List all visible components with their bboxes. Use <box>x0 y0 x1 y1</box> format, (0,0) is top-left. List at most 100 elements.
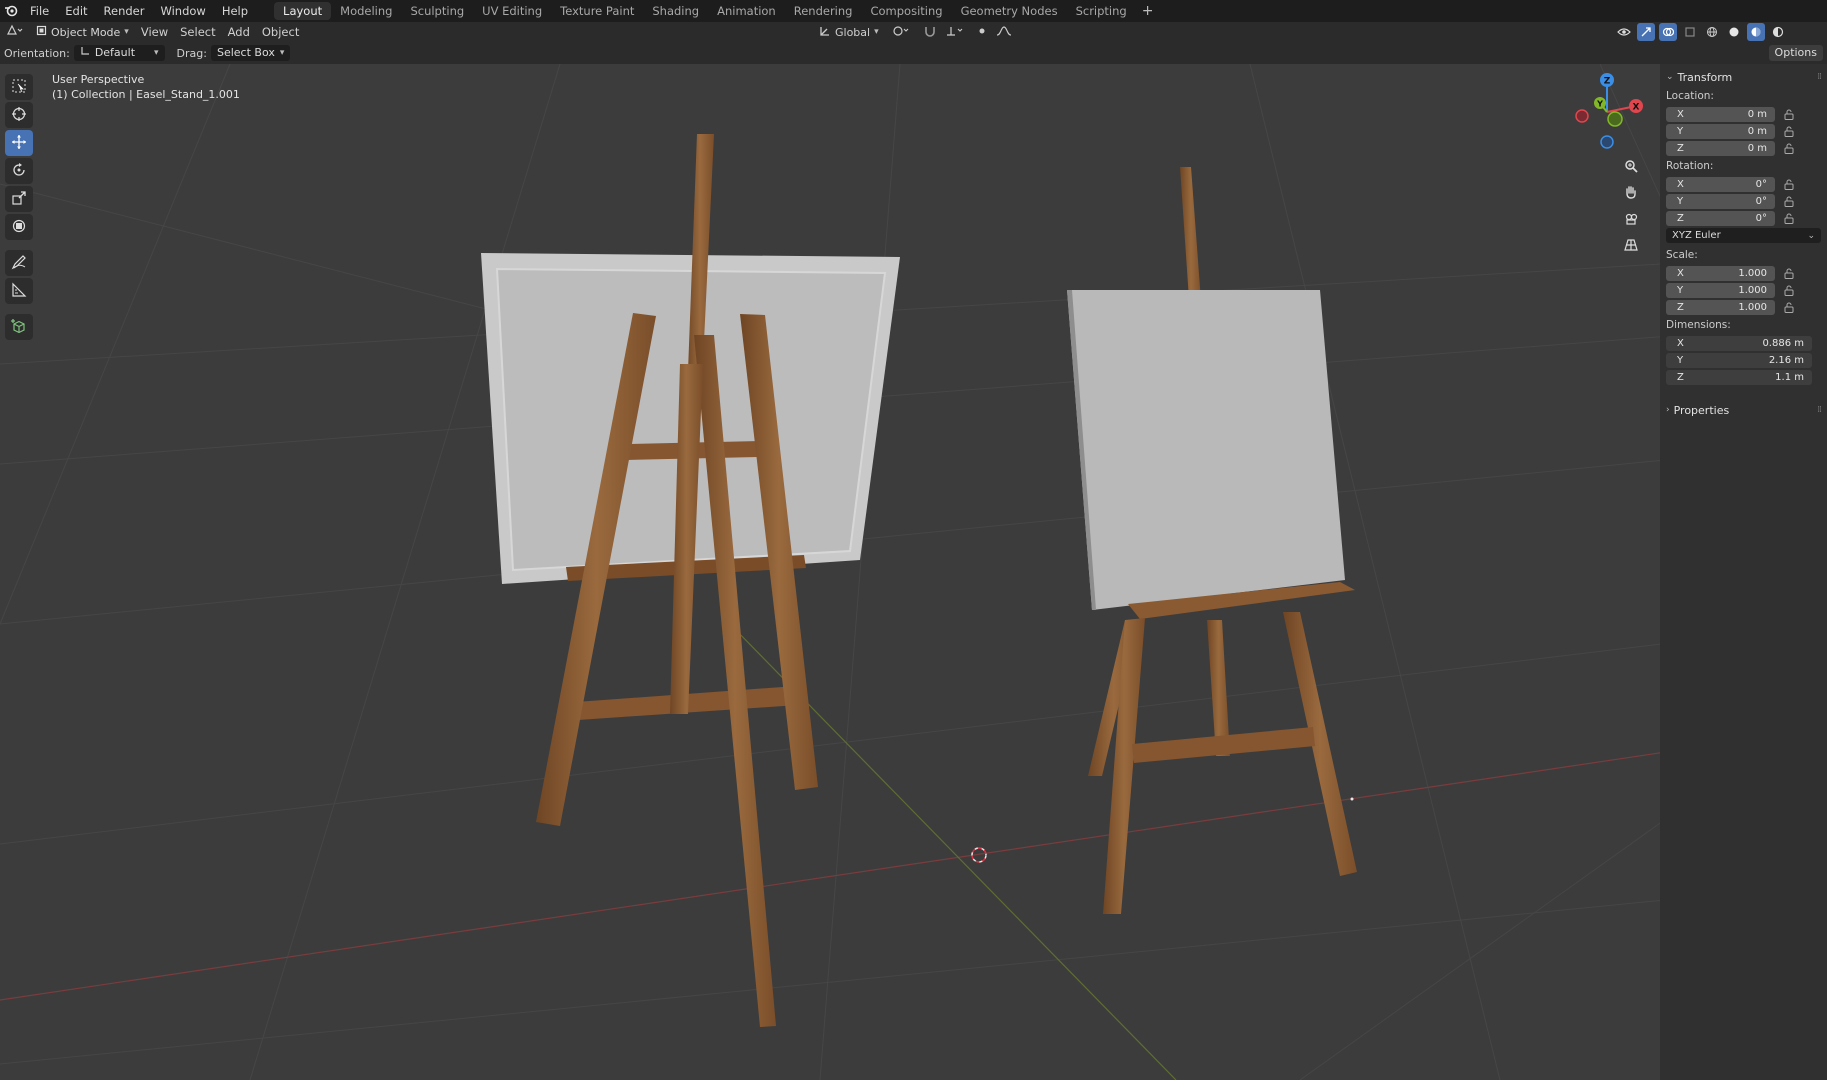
scale-x-field[interactable]: X 1.000 <box>1666 266 1775 281</box>
snap-target-dropdown[interactable] <box>943 23 969 41</box>
tab-texture-paint[interactable]: Texture Paint <box>551 2 643 20</box>
lock-icon[interactable] <box>1783 268 1795 280</box>
tab-rendering[interactable]: Rendering <box>785 2 862 20</box>
options-button[interactable]: Options <box>1768 45 1823 61</box>
tab-layout[interactable]: Layout <box>274 2 332 20</box>
transform-orientation-dropdown[interactable]: Global ▾ <box>815 23 883 41</box>
lock-icon[interactable] <box>1783 126 1795 138</box>
menu-object[interactable]: Object <box>256 23 305 41</box>
measure-tool[interactable] <box>5 278 33 304</box>
wireframe-shading-icon[interactable] <box>1703 23 1721 41</box>
annotate-tool[interactable] <box>5 250 33 276</box>
menu-window[interactable]: Window <box>152 0 213 22</box>
dimensions-y-field[interactable]: Y 2.16 m <box>1666 353 1812 368</box>
proportional-falloff-dropdown[interactable] <box>995 23 1013 41</box>
orientation-dropdown[interactable]: Default ▾ <box>73 45 165 61</box>
overlays-toggle-icon[interactable] <box>1659 23 1677 41</box>
transform-tools: Global ▾ <box>815 23 1013 41</box>
chevron-down-icon: ▾ <box>154 48 159 58</box>
drag-settings-label: Drag: <box>176 46 207 60</box>
editor-type-button[interactable] <box>0 23 30 41</box>
lock-icon[interactable] <box>1783 285 1795 297</box>
drag-dropdown[interactable]: Select Box ▾ <box>210 45 291 61</box>
lock-icon[interactable] <box>1783 196 1795 208</box>
dimensions-z-field[interactable]: Z 1.1 m <box>1666 370 1812 385</box>
menu-edit[interactable]: Edit <box>57 0 95 22</box>
field-value: 2.16 m <box>1768 355 1804 366</box>
gizmo-toggle-icon[interactable] <box>1637 23 1655 41</box>
menu-view[interactable]: View <box>135 23 174 41</box>
rotation-x-field[interactable]: X 0° <box>1666 177 1775 192</box>
zoom-icon[interactable] <box>1620 155 1642 177</box>
rotation-y-field[interactable]: Y 0° <box>1666 194 1775 209</box>
menu-select[interactable]: Select <box>174 23 221 41</box>
pivot-point-dropdown[interactable] <box>887 23 917 41</box>
menu-render[interactable]: Render <box>96 0 153 22</box>
mode-dropdown[interactable]: Object Mode ▾ <box>30 23 135 41</box>
properties-title: Properties <box>1673 403 1730 417</box>
navigation-gizmo[interactable]: Z X Y <box>1565 70 1645 150</box>
xray-toggle-icon[interactable] <box>1681 23 1699 41</box>
tab-shading[interactable]: Shading <box>643 2 708 20</box>
proportional-edit-toggle[interactable] <box>973 23 991 41</box>
perspective-grid-icon[interactable] <box>1620 234 1642 256</box>
visibility-eye-icon[interactable] <box>1615 23 1633 41</box>
tab-compositing[interactable]: Compositing <box>861 2 951 20</box>
tab-scripting[interactable]: Scripting <box>1067 2 1136 20</box>
field-value: 1.000 <box>1738 285 1767 296</box>
select-box-tool[interactable] <box>5 74 33 100</box>
orientation-axes-icon <box>80 45 90 61</box>
snap-toggle[interactable] <box>921 23 939 41</box>
3d-scene[interactable] <box>0 64 1827 1080</box>
rotation-z-field[interactable]: Z 0° <box>1666 211 1775 226</box>
tab-animation[interactable]: Animation <box>708 2 785 20</box>
location-x-field[interactable]: X 0 m <box>1666 107 1775 122</box>
lock-icon[interactable] <box>1783 213 1795 225</box>
tab-uv-editing[interactable]: UV Editing <box>473 2 551 20</box>
add-cube-tool[interactable] <box>5 314 33 340</box>
easel-right[interactable] <box>1067 167 1357 914</box>
menu-file[interactable]: File <box>22 0 57 22</box>
menu-add[interactable]: Add <box>222 23 256 41</box>
move-tool[interactable] <box>5 130 33 156</box>
dimensions-x-field[interactable]: X 0.886 m <box>1666 336 1812 351</box>
transform-panel-header[interactable]: ⌄ Transform ⁞⁞ <box>1660 67 1827 87</box>
rendered-shading-icon[interactable] <box>1769 23 1787 41</box>
tab-geometry-nodes[interactable]: Geometry Nodes <box>952 2 1067 20</box>
field-value: 0° <box>1755 213 1767 224</box>
lock-icon[interactable] <box>1783 143 1795 155</box>
location-z-field[interactable]: Z 0 m <box>1666 141 1775 156</box>
scale-z-field[interactable]: Z 1.000 <box>1666 300 1775 315</box>
scale-z-row: Z 1.000 <box>1660 299 1827 316</box>
pan-hand-icon[interactable] <box>1620 181 1642 203</box>
tab-sculpting[interactable]: Sculpting <box>401 2 473 20</box>
scale-tool[interactable] <box>5 186 33 212</box>
easel-left[interactable] <box>481 134 900 1027</box>
solid-shading-icon[interactable] <box>1725 23 1743 41</box>
field-value: 1.000 <box>1738 302 1767 313</box>
drag-handle-icon[interactable]: ⁞⁞ <box>1817 405 1822 415</box>
transform-tool[interactable] <box>5 214 33 240</box>
material-shading-icon[interactable] <box>1747 23 1765 41</box>
lock-icon[interactable] <box>1783 179 1795 191</box>
camera-view-icon[interactable] <box>1620 208 1642 230</box>
cursor-tool[interactable] <box>5 102 33 128</box>
3d-viewport[interactable]: User Perspective (1) Collection | Easel_… <box>0 64 1827 1080</box>
blender-logo-icon[interactable] <box>0 0 22 22</box>
rotation-mode-dropdown[interactable]: XYZ Euler ⌄ <box>1666 228 1821 243</box>
viewport-display-tools <box>1615 23 1787 41</box>
chevron-down-icon: ▾ <box>124 27 129 37</box>
scale-y-field[interactable]: Y 1.000 <box>1666 283 1775 298</box>
viewport-info: User Perspective (1) Collection | Easel_… <box>52 72 240 102</box>
lock-icon[interactable] <box>1783 302 1795 314</box>
rotate-tool[interactable] <box>5 158 33 184</box>
menu-help[interactable]: Help <box>214 0 256 22</box>
tab-modeling[interactable]: Modeling <box>331 2 401 20</box>
location-y-field[interactable]: Y 0 m <box>1666 124 1775 139</box>
drag-handle-icon[interactable]: ⁞⁞ <box>1817 72 1822 82</box>
chevron-down-icon: ⌄ <box>1666 72 1674 82</box>
location-z-row: Z 0 m <box>1660 140 1827 157</box>
properties-panel-header[interactable]: › Properties ⁞⁞ <box>1660 400 1827 420</box>
lock-icon[interactable] <box>1783 109 1795 121</box>
add-workspace-button[interactable]: + <box>1136 3 1160 19</box>
